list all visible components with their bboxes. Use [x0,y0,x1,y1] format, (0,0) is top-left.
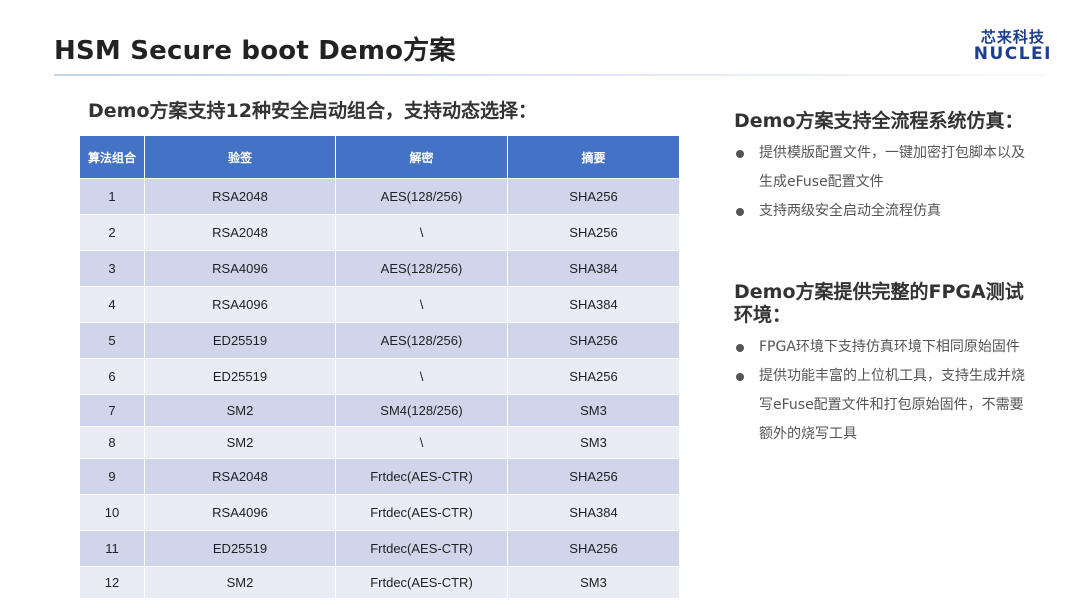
table-header-row: 算法组合 验签 解密 摘要 [79,135,680,179]
bullet-list: 提供模版配置文件，一键加密打包脚本以及生成eFuse配置文件 支持两级安全启动全… [734,139,1034,226]
cell-combo: 5 [79,322,145,359]
section-simulation: Demo方案支持全流程系统仿真： 提供模版配置文件，一键加密打包脚本以及生成eF… [734,110,1034,226]
cell-combo: 6 [79,358,145,395]
cell-signature: RSA4096 [144,286,336,323]
cell-combo: 4 [79,286,145,323]
cell-digest: SHA256 [507,178,680,215]
table-row: 1 RSA2048 AES(128/256) SHA256 [79,178,680,215]
list-item: 提供模版配置文件，一键加密打包脚本以及生成eFuse配置文件 [734,139,1034,197]
header-combo: 算法组合 [79,135,145,179]
cell-signature: SM2 [144,566,336,599]
cell-digest: SM3 [507,566,680,599]
logo-en-text: NUCLEI [973,43,1052,64]
cell-combo: 1 [79,178,145,215]
cell-combo: 12 [79,566,145,599]
algorithm-table: 算法组合 验签 解密 摘要 1 RSA2048 AES(128/256) SHA256… [79,135,680,599]
table-row: 9 RSA2048 Frtdec(AES-CTR) SHA256 [79,458,680,495]
cell-digest: SHA384 [507,286,680,323]
cell-digest: SHA384 [507,250,680,287]
cell-combo: 10 [79,494,145,531]
cell-signature: RSA2048 [144,458,336,495]
cell-decryption: Frtdec(AES-CTR) [335,494,508,531]
table-row: 7 SM2 SM4(128/256) SM3 [79,394,680,427]
cell-decryption: Frtdec(AES-CTR) [335,458,508,495]
header-decryption: 解密 [335,135,508,179]
list-item-text: 提供功能丰富的上位机工具，支持生成并烧写eFuse配置文件和打包原始固件，不需要… [759,367,1025,442]
cell-decryption: AES(128/256) [335,250,508,287]
header-signature: 验签 [144,135,336,179]
section-heading: Demo方案提供完整的FPGA测试环境： [734,281,1024,326]
section-fpga: Demo方案提供完整的FPGA测试环境： FPGA环境下支持仿真环境下相同原始固… [734,281,1034,449]
cell-decryption: Frtdec(AES-CTR) [335,530,508,567]
cell-digest: SM3 [507,394,680,427]
cell-decryption: AES(128/256) [335,322,508,359]
cell-decryption: \ [335,426,508,459]
bullet-icon [736,149,744,158]
page-title: HSM Secure boot Demo方案 [54,36,456,66]
cell-signature: SM2 [144,426,336,459]
cell-combo: 7 [79,394,145,427]
cell-signature: ED25519 [144,322,336,359]
bullet-icon [736,343,744,352]
cell-digest: SHA256 [507,322,680,359]
cell-signature: ED25519 [144,530,336,567]
cell-signature: SM2 [144,394,336,427]
list-item-text: FPGA环境下支持仿真环境下相同原始固件 [759,338,1020,355]
algorithm-table-container: 算法组合 验签 解密 摘要 1 RSA2048 AES(128/256) SHA256… [79,135,680,599]
cell-decryption: \ [335,358,508,395]
table-row: 11 ED25519 Frtdec(AES-CTR) SHA256 [79,530,680,567]
table-row: 6 ED25519 \ SHA256 [79,358,680,395]
cell-signature: RSA2048 [144,214,336,251]
header-digest: 摘要 [507,135,680,179]
list-item-text: 提供模版配置文件，一键加密打包脚本以及生成eFuse配置文件 [759,144,1025,190]
table-row: 8 SM2 \ SM3 [79,426,680,459]
list-item-text: 支持两级安全启动全流程仿真 [759,202,941,219]
bullet-list: FPGA环境下支持仿真环境下相同原始固件 提供功能丰富的上位机工具，支持生成并烧… [734,333,1034,449]
cell-signature: ED25519 [144,358,336,395]
bullet-icon [736,207,744,216]
table-row: 3 RSA4096 AES(128/256) SHA384 [79,250,680,287]
title-divider [54,74,1044,76]
cell-decryption: SM4(128/256) [335,394,508,427]
cell-combo: 9 [79,458,145,495]
table-row: 12 SM2 Frtdec(AES-CTR) SM3 [79,566,680,599]
table-row: 2 RSA2048 \ SHA256 [79,214,680,251]
cell-decryption: \ [335,214,508,251]
cell-decryption: Frtdec(AES-CTR) [335,566,508,599]
list-item: 支持两级安全启动全流程仿真 [734,197,1034,226]
section-heading: Demo方案支持全流程系统仿真： [734,110,1024,132]
cell-combo: 8 [79,426,145,459]
list-item: FPGA环境下支持仿真环境下相同原始固件 [734,333,1034,362]
cell-signature: RSA4096 [144,494,336,531]
cell-signature: RSA4096 [144,250,336,287]
cell-digest: SHA256 [507,458,680,495]
table-row: 10 RSA4096 Frtdec(AES-CTR) SHA384 [79,494,680,531]
cell-decryption: AES(128/256) [335,178,508,215]
cell-combo: 3 [79,250,145,287]
list-item: 提供功能丰富的上位机工具，支持生成并烧写eFuse配置文件和打包原始固件，不需要… [734,362,1034,449]
cell-combo: 11 [79,530,145,567]
cell-combo: 2 [79,214,145,251]
table-row: 5 ED25519 AES(128/256) SHA256 [79,322,680,359]
cell-digest: SHA256 [507,214,680,251]
cell-digest: SHA256 [507,530,680,567]
cell-decryption: \ [335,286,508,323]
cell-digest: SHA384 [507,494,680,531]
cell-digest: SHA256 [507,358,680,395]
cell-digest: SM3 [507,426,680,459]
company-logo: 芯来科技 NUCLEI [973,29,1052,64]
table-intro: Demo方案支持12种安全启动组合，支持动态选择： [88,100,537,122]
bullet-icon [736,372,744,381]
cell-signature: RSA2048 [144,178,336,215]
table-row: 4 RSA4096 \ SHA384 [79,286,680,323]
